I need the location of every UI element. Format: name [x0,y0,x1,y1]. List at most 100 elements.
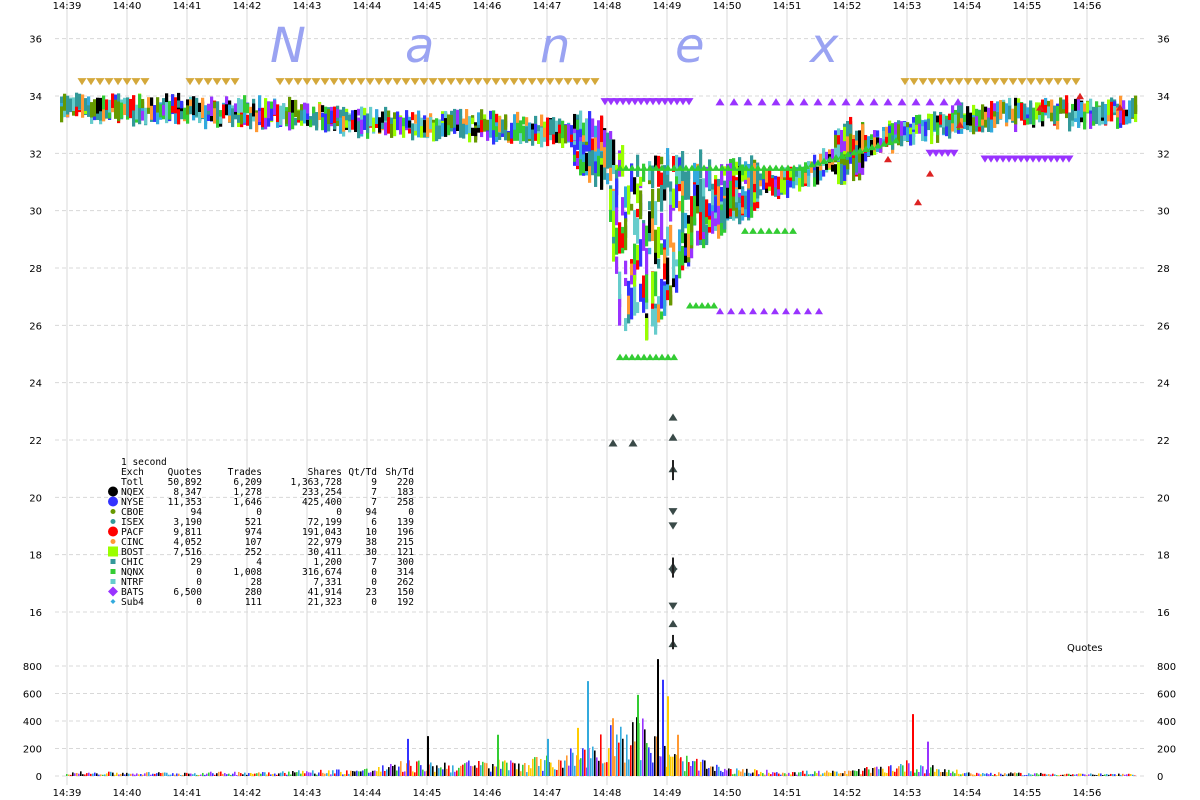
volume-bar [954,773,956,776]
legend-marker [110,519,116,524]
quote-mark [993,116,997,128]
bid-marker [140,78,150,86]
volume-bar [392,765,394,776]
quote-mark [111,98,115,107]
ask-marker [729,98,739,106]
volume-bar [190,773,192,776]
volume-bar [532,758,534,776]
quote-mark [480,120,484,133]
volume-bar [806,770,808,776]
ask-marker [738,307,746,315]
nanex-chart: Na n e x 14:39 14:39 14:40 14:40 14:41 14:41 14:4… [23,0,1176,799]
volume-bar [512,762,514,776]
volume-bar [570,748,572,776]
quote-mark [321,117,325,131]
x-tick-label-top: 14:43 [293,1,322,12]
quote-mark [759,189,763,196]
quote-mark [759,173,763,181]
table-cell: 21,323 [308,597,342,608]
volume-bar [826,770,828,776]
legend-marker [108,526,118,537]
volume-bar [1060,774,1062,776]
quote-mark [573,133,577,141]
quote-mark [432,122,436,142]
quote-mark [735,180,739,188]
volume-spike [657,659,659,776]
quote-mark [939,114,943,125]
quote-mark [666,226,670,256]
quote-mark [534,123,538,134]
volume-bar [700,761,702,776]
quote-mark [975,116,979,127]
bid-marker [392,78,402,86]
quote-mark [372,117,376,132]
volume-bar [592,746,594,776]
quote-mark [255,112,259,133]
volume-spike [497,734,499,776]
volume-bar [444,762,446,776]
volume-bar [366,768,368,776]
quote-mark [1089,98,1093,111]
volume-bar [538,766,540,776]
volume-axis-title: Quotes [1067,643,1103,654]
ask-marker [670,353,678,361]
volume-bar [798,772,800,776]
volume-bar [294,772,296,776]
quote-mark [114,99,118,119]
volume-bar [528,765,530,776]
quote-mark [429,117,433,130]
watermark-letter: a [405,18,434,74]
quote-mark [159,104,163,118]
quote-mark [633,284,637,316]
quote-mark [702,178,706,198]
volume-bar [474,765,476,776]
quote-mark [414,114,418,124]
volume-bar [752,772,754,776]
quote-mark [207,103,211,111]
volume-bar [734,773,736,776]
volume-bar [232,773,234,776]
volume-bar [794,772,796,776]
quote-mark [396,111,400,131]
volume-bar [142,774,144,776]
quote-mark [720,186,724,202]
quote-mark [570,125,574,135]
ask-marker [815,307,823,315]
volume-bar [206,773,208,776]
quote-mark [582,122,586,136]
quote-mark [1011,108,1015,121]
volume-bar [412,771,414,776]
volume-bar [640,760,642,776]
volume-bar [606,762,608,776]
y-tick-label-right: 16 [1157,608,1170,619]
volume-bar [754,769,756,776]
volume-bar [1104,774,1106,776]
volume-bar [1130,774,1132,776]
ask-marker [668,619,678,628]
watermark-letter: N [270,18,306,74]
volume-bar [880,766,882,776]
quote-mark [543,127,547,138]
volume-bar [714,770,716,776]
quote-mark [1125,117,1129,125]
volume-bar [264,772,266,776]
volume-bar [168,774,170,776]
quote-mark [1002,101,1006,114]
volume-bar [102,774,104,776]
volume-bar [116,772,118,776]
y-tick-label-left: 20 [29,493,42,504]
volume-bar [184,772,186,776]
volume-bar [68,774,70,776]
table-cell: 0 [196,597,202,608]
bid-marker [320,78,330,86]
volume-bar [274,773,276,776]
bid-marker [374,78,384,86]
quote-mark [258,111,262,123]
x-tick-label-bottom: 14:50 [713,788,742,799]
volume-bar [348,773,350,776]
volume-bar [420,765,422,776]
volume-bar [1126,774,1128,776]
volume-bar [982,772,984,776]
quote-mark [735,207,739,217]
volume-bar [966,772,968,776]
